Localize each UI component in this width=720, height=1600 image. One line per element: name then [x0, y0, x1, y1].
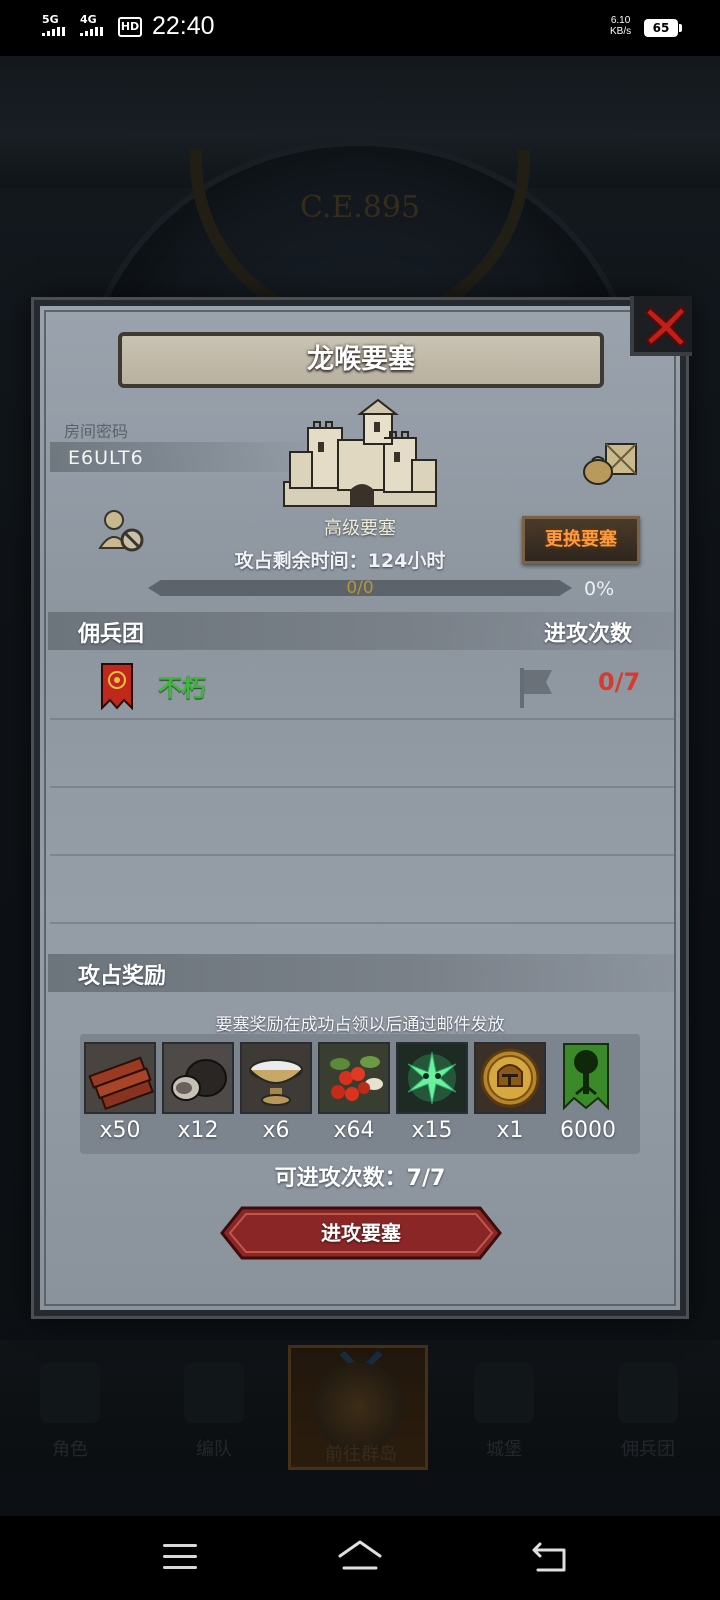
status-bar: 5G 4G HD 22:40 6.10 KB/s 65 — [0, 0, 720, 56]
reward-item[interactable]: x12 — [162, 1042, 234, 1150]
fortress-dialog: 龙喉要塞 房间密码 E6ULT6 高级要塞 更换要塞 攻占剩余时间：124小时 … — [34, 296, 692, 1316]
rewards-header: 攻占奖励 — [78, 964, 167, 989]
available-attacks: 可进攻次数：7/7 — [274, 1166, 446, 1191]
leave-room-person-icon[interactable] — [98, 508, 146, 554]
signal-bars-icon — [42, 27, 65, 36]
back-icon[interactable] — [530, 1540, 570, 1574]
time-remaining: 攻占剩余时间：124小时 — [234, 550, 446, 572]
progress-percent: 0% — [584, 578, 615, 600]
speed-value: 6.10 — [610, 15, 631, 26]
supplies-bag-crate-icon — [580, 438, 644, 486]
attack-times-header: 进攻次数 — [544, 622, 633, 647]
wood-planks-icon — [84, 1042, 156, 1114]
mercenary-attack-count: 0/7 — [598, 668, 641, 696]
progress-text: 0/0 — [346, 578, 374, 598]
flag-icon — [516, 664, 556, 710]
green-spirit-icon — [396, 1042, 468, 1114]
network-speed: 6.10 KB/s — [610, 15, 631, 37]
title-plate: 龙喉要塞 — [118, 332, 604, 388]
hd-badge: HD — [118, 17, 142, 37]
mercenary-header: 佣兵团 — [78, 622, 145, 647]
mercenary-row[interactable]: 不朽 0/7 — [50, 656, 674, 720]
reward-item[interactable]: x1 — [474, 1042, 546, 1150]
network-5g-label: 5G — [42, 13, 59, 26]
game-screen: 5G 4G HD 22:40 6.10 KB/s 65 C.E.895 角色 编… — [0, 0, 720, 1600]
attack-fortress-label: 进攻要塞 — [321, 1221, 401, 1245]
dialog-title: 龙喉要塞 — [307, 344, 415, 375]
battery-icon: 65 — [644, 19, 682, 37]
close-icon — [644, 304, 688, 348]
fortress-castle-icon — [278, 398, 442, 510]
salt-bowl-icon — [240, 1042, 312, 1114]
menu-icon[interactable] — [163, 1544, 197, 1570]
network-4g-label: 4G — [80, 13, 97, 26]
room-code: E6ULT6 — [68, 447, 144, 469]
system-nav-bar — [0, 1516, 720, 1600]
close-button[interactable] — [630, 296, 692, 356]
berries-icon — [318, 1042, 390, 1114]
attack-fortress-button[interactable]: 进攻要塞 — [220, 1206, 502, 1260]
speed-unit: KB/s — [610, 26, 632, 37]
red-banner-icon — [100, 662, 134, 711]
rewards-note: 要塞奖励在成功占领以后通过邮件发放 — [215, 1015, 505, 1035]
empty-mercenary-row — [50, 788, 674, 856]
clock: 22:40 — [152, 12, 215, 40]
reward-count: 6000 — [560, 1118, 616, 1143]
room-password-label: 房间密码 — [64, 422, 129, 441]
fortress-level: 高级要塞 — [324, 518, 396, 539]
signal-bars-icon — [80, 27, 103, 36]
reward-item[interactable]: x15 — [396, 1042, 468, 1150]
reward-item[interactable]: x50 — [84, 1042, 156, 1150]
reward-item[interactable]: x64 — [318, 1042, 390, 1150]
mercenary-name: 不朽 — [158, 674, 206, 702]
empty-mercenary-row — [50, 856, 674, 924]
truffle-icon — [162, 1042, 234, 1114]
tree-banner-icon — [552, 1042, 624, 1114]
reward-item[interactable]: 6000 — [552, 1042, 624, 1150]
home-icon[interactable] — [336, 1538, 384, 1574]
golden-helmet-medal-icon — [474, 1042, 546, 1114]
empty-mercenary-row — [50, 720, 674, 788]
change-fortress-label: 更换要塞 — [545, 529, 617, 550]
reward-item[interactable]: x6 — [240, 1042, 312, 1150]
